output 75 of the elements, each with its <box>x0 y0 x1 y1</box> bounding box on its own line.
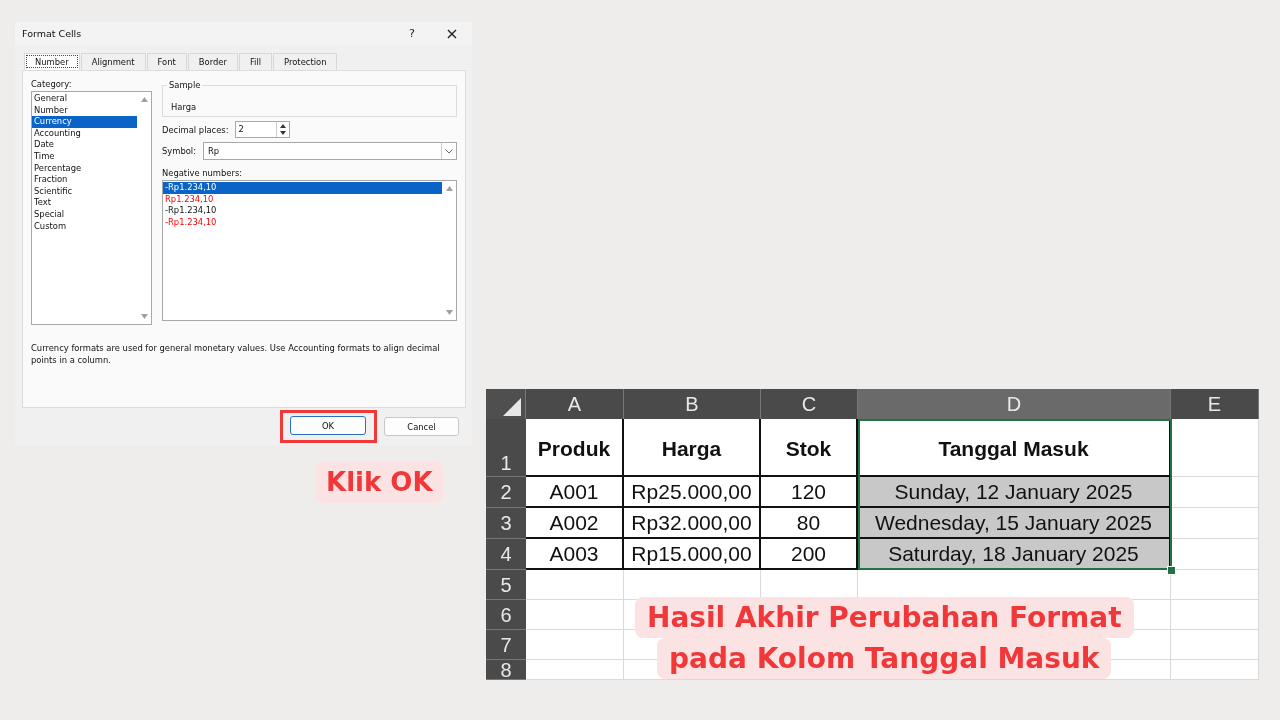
scroll-down-icon[interactable] <box>140 314 148 319</box>
category-item[interactable]: Accounting <box>32 127 137 140</box>
decimal-places-label: Decimal places: <box>162 124 229 135</box>
fill-handle[interactable] <box>1167 566 1176 575</box>
table-cell: Rp25.000,00 <box>624 477 761 508</box>
scroll-up-icon[interactable] <box>140 97 148 102</box>
row-header[interactable]: 4 <box>486 539 526 570</box>
category-item[interactable]: Currency <box>32 116 137 128</box>
table-cell: Sunday, 12 January 2025 <box>858 477 1171 508</box>
caret-icon[interactable] <box>445 148 453 154</box>
symbol-label: Symbol: <box>162 146 197 156</box>
category-item[interactable]: Percentage <box>32 162 137 175</box>
column-header[interactable]: D <box>858 389 1171 419</box>
table-cell: A001 <box>526 477 624 508</box>
row-header[interactable]: 7 <box>486 630 526 660</box>
category-item[interactable]: General <box>32 93 137 105</box>
triangle-icon <box>503 398 521 416</box>
category-item[interactable]: Scientific <box>32 185 137 198</box>
dialog-button[interactable]: Cancel <box>384 417 459 436</box>
row-header[interactable]: 2 <box>486 477 526 508</box>
scroll-up-icon[interactable] <box>445 186 453 191</box>
scroll-down-icon[interactable] <box>445 310 453 315</box>
row-header[interactable]: 5 <box>486 570 526 600</box>
spin-down-icon[interactable] <box>279 131 286 136</box>
negative-format-item[interactable]: -Rp1.234,10 <box>163 216 442 229</box>
table-cell: Stok <box>761 419 858 477</box>
table-cell: 120 <box>761 477 858 508</box>
table-cell: A003 <box>526 539 624 570</box>
category-item[interactable]: Text <box>32 197 137 209</box>
category-label: Category: <box>31 79 73 89</box>
column-header[interactable]: A <box>526 389 624 419</box>
negative-format-item[interactable]: -Rp1.234,10 <box>163 182 442 194</box>
category-item[interactable]: Time <box>32 150 137 163</box>
tab[interactable]: Number <box>24 53 80 70</box>
row-header[interactable]: 3 <box>486 508 526 539</box>
category-item[interactable]: Fraction <box>32 174 137 186</box>
category-item[interactable]: Date <box>32 139 137 151</box>
spin-up-icon[interactable] <box>279 123 286 128</box>
tab[interactable]: Font <box>146 53 187 70</box>
negative-format-item[interactable]: Rp1.234,10 <box>163 193 442 206</box>
table-cell: Wednesday, 15 January 2025 <box>858 508 1171 539</box>
table-cell: Saturday, 18 January 2025 <box>858 539 1171 570</box>
column-header[interactable]: C <box>761 389 858 419</box>
tab[interactable]: Fill <box>238 53 273 70</box>
negative-format-item[interactable]: -Rp1.234,10 <box>163 205 442 217</box>
negative-numbers-label: Negative numbers: <box>162 168 244 178</box>
table-cell: Harga <box>624 419 761 477</box>
tab[interactable]: Protection <box>273 53 338 70</box>
row-header[interactable]: 6 <box>486 600 526 630</box>
category-item[interactable]: Number <box>32 104 137 117</box>
table-cell: Produk <box>526 419 624 477</box>
description-text: Currency formats are used for general monetary values. Use Accounting formats to align decimal points in a column. <box>31 342 441 366</box>
row-header[interactable]: 8 <box>486 660 526 680</box>
close-button[interactable]: × <box>432 22 472 45</box>
dialog-button[interactable]: OK <box>290 416 366 435</box>
select-all-corner[interactable] <box>486 389 526 419</box>
tab[interactable]: Alignment <box>80 53 146 70</box>
table-cell: 80 <box>761 508 858 539</box>
row-header[interactable]: 1 <box>486 419 526 477</box>
tab[interactable]: Border <box>187 53 238 70</box>
help-button[interactable]: ? <box>392 22 432 45</box>
decimal-places-spinner[interactable]: 2 <box>234 121 290 138</box>
category-item[interactable]: Custom <box>32 220 137 233</box>
table-cell: 200 <box>761 539 858 570</box>
symbol-dropdown[interactable]: Rp <box>203 142 457 160</box>
table-cell: Rp32.000,00 <box>624 508 761 539</box>
table-cell: Rp15.000,00 <box>624 539 761 570</box>
window-title: Format Cells <box>22 28 83 39</box>
table-cell: A002 <box>526 508 624 539</box>
column-header[interactable]: E <box>1171 389 1259 419</box>
caption: Klik OK <box>316 461 443 503</box>
column-header[interactable]: B <box>624 389 761 419</box>
sample-label: Sample <box>167 80 203 90</box>
category-item[interactable]: Special <box>32 208 137 221</box>
sample-value: Harga <box>171 102 197 112</box>
